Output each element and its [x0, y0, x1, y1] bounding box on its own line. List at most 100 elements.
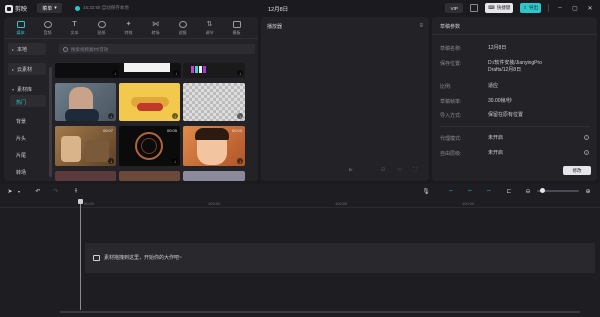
download-icon[interactable]: ↓	[237, 70, 243, 76]
subcategory-transition[interactable]: 转场	[16, 169, 26, 176]
media-thumbnail[interactable]	[119, 171, 180, 181]
modify-button[interactable]: 修改	[563, 166, 591, 175]
playhead-handle[interactable]	[78, 199, 83, 204]
playhead[interactable]	[80, 200, 81, 310]
magnet-icon[interactable]: ⇔	[466, 187, 474, 195]
preview-axis-icon[interactable]: ⊏	[505, 187, 513, 195]
tab-effects[interactable]: ✦ 特效	[115, 17, 142, 39]
category-cloud[interactable]: ▸ 云素材	[8, 63, 46, 75]
play-icon[interactable]: ▶	[349, 167, 353, 173]
minimize-icon[interactable]: –	[556, 4, 564, 12]
vip-button[interactable]: VIP	[445, 3, 464, 13]
tab-label: 文本	[70, 29, 79, 35]
tab-template[interactable]: 模板	[223, 17, 250, 39]
media-thumbnail[interactable]: ↓	[183, 63, 245, 78]
search-input[interactable]	[71, 46, 221, 52]
subcategory-background[interactable]: 背景	[16, 118, 26, 125]
microphone-icon[interactable]: 🎙	[422, 187, 430, 195]
field-label: 草稿帧率:	[440, 99, 462, 105]
category-sidebar: ▸ 本地 ▸ 云素材 ▾ 素材库 热门 背景 片头 片尾 转场	[4, 40, 54, 181]
zoom-out-icon[interactable]: ⊖	[524, 187, 532, 195]
media-thumbnail[interactable]	[55, 171, 116, 181]
draft-panel-title: 草稿参数	[440, 24, 461, 30]
media-thumbnail[interactable]: ↓	[119, 83, 180, 121]
media-thumbnail[interactable]: ↓	[183, 83, 245, 121]
adjust-icon: ⇅	[206, 20, 213, 28]
color-bar	[191, 66, 194, 73]
tab-audio[interactable]: 音频	[34, 17, 61, 39]
ratio-row: 比例: 适应	[440, 83, 588, 90]
duration-label: 00:05	[166, 128, 177, 133]
field-value: D:/软件安装/JianyingPro Drafts/12月8日	[488, 60, 542, 73]
category-label: 本地	[17, 46, 28, 53]
download-icon[interactable]: ↓	[237, 113, 243, 119]
media-thumbnail[interactable]: ↓	[119, 63, 181, 78]
media-thumbnail[interactable]: 00:07 ↓	[55, 126, 116, 166]
fullscreen-icon[interactable]: ⛶	[413, 167, 417, 173]
divider	[432, 34, 597, 35]
document-title: 12月8日	[268, 7, 289, 13]
category-local[interactable]: ▸ 本地	[8, 43, 46, 55]
category-scrollbar[interactable]	[49, 67, 52, 177]
zoom-in-icon[interactable]: ⊕	[584, 187, 592, 195]
app-name: 剪映	[15, 7, 28, 13]
transition-icon: ⋈	[152, 20, 159, 28]
category-library[interactable]: ▾ 素材库	[8, 83, 46, 95]
media-thumbnail[interactable]: 00:03 ↓	[183, 126, 245, 166]
tab-adjust[interactable]: ⇅ 调节	[196, 17, 223, 39]
select-cursor-icon[interactable]: ➤	[6, 187, 14, 195]
thumbnail-image	[137, 103, 163, 111]
media-thumbnail[interactable]: 00:05 ↓	[119, 126, 180, 166]
subcategory-hot[interactable]: 热门	[16, 99, 26, 106]
shortcut-label: 快捷键	[496, 5, 511, 10]
ruler-tick: 100:00	[208, 201, 221, 206]
download-icon[interactable]: ↓	[108, 158, 114, 164]
download-icon[interactable]: ↓	[237, 158, 243, 164]
more-icon[interactable]: ≡	[419, 23, 423, 29]
redo-icon[interactable]: ↷	[52, 187, 60, 195]
close-icon[interactable]: ✕	[586, 4, 594, 12]
split-tool-icon[interactable]: ⫲	[72, 187, 80, 195]
subcategory-intro[interactable]: 片头	[16, 135, 26, 142]
media-thumbnail[interactable]	[183, 171, 245, 181]
search-bar[interactable]	[59, 44, 255, 54]
download-icon[interactable]: ↓	[108, 113, 114, 119]
crop-icon[interactable]: ▭	[397, 167, 402, 173]
media-thumbnail[interactable]: ↓	[55, 83, 116, 121]
chevron-down-icon[interactable]: ▾	[15, 187, 23, 195]
autosave-icon	[75, 5, 80, 11]
menu-button[interactable]: 菜单 ▾	[37, 3, 62, 13]
sticker-icon	[97, 20, 106, 28]
info-icon[interactable]: i	[584, 150, 589, 155]
download-icon[interactable]: ↓	[173, 70, 179, 76]
field-label: 导入方式:	[440, 113, 462, 119]
title-bar: 剪映 菜单 ▾ 15:32:55 自动保存本地 12月8日 VIP ⌨ 快捷键 …	[0, 0, 600, 16]
download-icon[interactable]: ↓	[172, 158, 178, 164]
maximize-icon[interactable]: ▢	[571, 4, 579, 12]
timeline-scrollbar[interactable]	[60, 311, 580, 313]
tab-media[interactable]: 媒体	[7, 17, 34, 39]
layout-icon[interactable]	[470, 4, 479, 12]
download-icon[interactable]: ↓	[112, 70, 118, 76]
undo-icon[interactable]: ↶	[34, 187, 42, 195]
download-icon[interactable]: ↓	[172, 113, 178, 119]
shortcut-button[interactable]: ⌨ 快捷键	[485, 3, 514, 13]
effects-icon: ✦	[125, 20, 132, 28]
link-icon[interactable]: ⇔	[447, 187, 455, 195]
tab-label: 调节	[205, 29, 214, 35]
tab-text[interactable]: T 文本	[61, 17, 88, 39]
tab-filter[interactable]: 滤镜	[169, 17, 196, 39]
media-icon	[16, 20, 25, 28]
media-thumbnail[interactable]: ↓	[55, 63, 120, 78]
split-icon[interactable]: ⊟	[381, 167, 385, 173]
subcategory-outro[interactable]: 片尾	[16, 152, 26, 159]
zoom-slider-handle[interactable]	[540, 188, 545, 193]
tab-sticker[interactable]: 贴纸	[88, 17, 115, 39]
tab-label: 滤镜	[178, 29, 187, 35]
tab-transition[interactable]: ⋈ 转场	[142, 17, 169, 39]
export-button[interactable]: ⇧ 导出	[520, 3, 541, 13]
field-value: 未开启	[488, 135, 504, 141]
autosave-text: 15:32:55 自动保存本地	[83, 5, 129, 10]
info-icon[interactable]: i	[584, 135, 589, 140]
snap-icon[interactable]: ⇔	[485, 187, 493, 195]
